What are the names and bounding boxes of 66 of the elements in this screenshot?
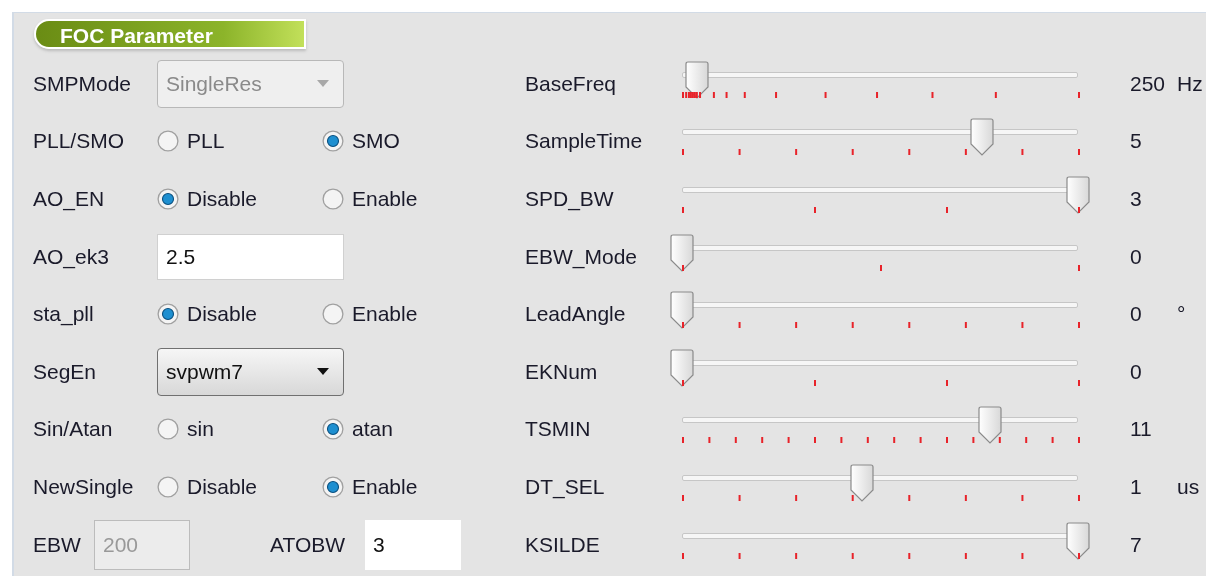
- caret-icon: [317, 80, 329, 88]
- field-label: sta_pll: [32, 302, 95, 327]
- unit-label: °: [1177, 302, 1186, 327]
- slider-thumb[interactable]: [670, 233, 694, 272]
- radio-option[interactable]: Enable: [322, 302, 487, 327]
- slider-value: 1: [1130, 474, 1143, 499]
- radio-option[interactable]: PLL: [157, 129, 322, 154]
- slider-value: 3: [1130, 187, 1143, 211]
- radio-option[interactable]: sin: [157, 417, 322, 442]
- radio-button[interactable]: [322, 418, 344, 441]
- slider-value: 0: [1130, 359, 1143, 384]
- field-label: PLL/SMO: [32, 129, 126, 154]
- radio-button[interactable]: [322, 130, 344, 153]
- slider-label: SPD_BW: [524, 187, 615, 211]
- input-field[interactable]: 2.5: [157, 233, 344, 280]
- radio-option[interactable]: Disable: [157, 187, 322, 211]
- radio-option[interactable]: SMO: [322, 129, 487, 154]
- slider-thumb[interactable]: [977, 406, 1002, 445]
- radio-option[interactable]: Enable: [322, 474, 487, 499]
- slider-label: EBW_Mode: [524, 244, 639, 269]
- slider-thumb[interactable]: [684, 60, 709, 99]
- slider-label: DT_SEL: [524, 474, 606, 499]
- field-label: SegEn: [32, 359, 98, 384]
- slider-thumb[interactable]: [670, 348, 694, 387]
- radio-button[interactable]: [322, 188, 344, 210]
- panel-title: FOC Parameter: [34, 19, 306, 49]
- radio-button[interactable]: [322, 475, 344, 498]
- slider-label: LeadAngle: [524, 302, 627, 327]
- field-label: AO_ek3: [32, 244, 110, 269]
- slider-value: 7: [1130, 532, 1143, 557]
- slider-value: 0: [1130, 244, 1143, 269]
- unit-label: us: [1177, 474, 1200, 499]
- slider-label: TSMIN: [524, 417, 592, 442]
- radio-button[interactable]: [322, 303, 344, 326]
- radio-button[interactable]: [157, 418, 179, 441]
- radio-option[interactable]: Disable: [157, 302, 322, 327]
- dropdown[interactable]: svpwm7: [157, 347, 344, 396]
- field-label: ATOBW: [269, 532, 347, 557]
- slider-label: BaseFreq: [524, 71, 618, 96]
- radio-option[interactable]: atan: [322, 417, 487, 442]
- radio-option[interactable]: Enable: [322, 187, 487, 211]
- slider-label: SampleTime: [524, 129, 644, 154]
- slider-value: 5: [1130, 129, 1143, 154]
- slider-thumb[interactable]: [1066, 176, 1090, 214]
- radio-button[interactable]: [157, 303, 179, 326]
- field-label: NewSingle: [32, 474, 135, 499]
- field-label: SMPMode: [32, 71, 133, 96]
- slider-thumb[interactable]: [969, 118, 994, 157]
- slider-label: EKNum: [524, 359, 599, 384]
- slider-value: 250: [1130, 71, 1167, 96]
- slider-thumb[interactable]: [1066, 521, 1090, 560]
- slider-value: 11: [1130, 417, 1153, 442]
- radio-button[interactable]: [157, 475, 179, 498]
- field-label: EBW: [32, 532, 82, 557]
- slider-thumb[interactable]: [670, 291, 694, 330]
- input-field[interactable]: 3: [365, 519, 461, 570]
- caret-icon: [317, 368, 329, 376]
- field-label: AO_EN: [32, 187, 106, 211]
- slider-label: KSILDE: [524, 532, 601, 557]
- radio-button[interactable]: [157, 188, 179, 210]
- radio-option[interactable]: Disable: [157, 474, 322, 499]
- radio-button[interactable]: [157, 130, 179, 153]
- slider-thumb[interactable]: [850, 463, 875, 502]
- field-label: Sin/Atan: [32, 417, 114, 442]
- unit-label: Hz: [1177, 71, 1203, 96]
- slider-value: 0: [1130, 302, 1143, 327]
